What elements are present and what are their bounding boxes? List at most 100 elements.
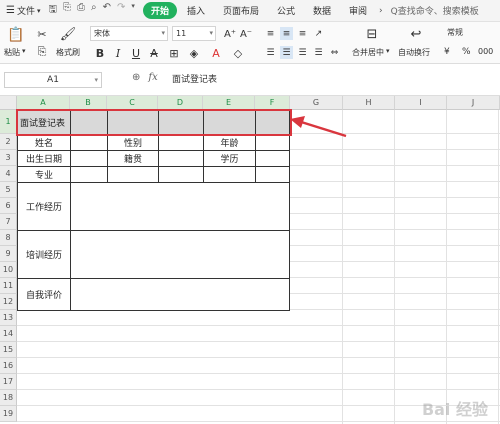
column-header-h[interactable]: H	[343, 96, 395, 110]
align-center-icon[interactable]: ☰	[280, 46, 293, 59]
font-size-select[interactable]: 11 ▾	[172, 26, 216, 41]
tab-formulas[interactable]: 公式	[269, 2, 303, 19]
more-quick-access-icon[interactable]: ▾	[131, 2, 135, 19]
align-left-icon[interactable]: ☰	[264, 46, 277, 59]
strikethrough-icon[interactable]: A	[146, 45, 162, 61]
merge-center-button[interactable]: 合并居中	[352, 47, 384, 58]
row-header-10[interactable]: 10	[0, 262, 17, 278]
wrap-text-button[interactable]: 自动换行	[398, 47, 430, 58]
borders-icon[interactable]: ⊞	[166, 45, 182, 61]
formula-input[interactable]: 面试登记表	[166, 72, 496, 88]
number-format-select[interactable]: 常规	[444, 26, 496, 41]
row-header-9[interactable]: 9	[0, 246, 17, 262]
orientation-icon[interactable]: ↗	[312, 27, 325, 40]
copy-icon[interactable]: ⎘	[34, 44, 50, 60]
column-header-d[interactable]: D	[158, 96, 203, 110]
cell-c2[interactable]: 性别	[107, 134, 159, 151]
column-header-j[interactable]: J	[447, 96, 500, 110]
clear-format-icon[interactable]: ◇	[230, 45, 246, 61]
cell-a2[interactable]: 姓名	[17, 134, 71, 151]
row-header-18[interactable]: 18	[0, 390, 17, 406]
command-search[interactable]: Q查找命令、搜索模板	[391, 4, 479, 17]
cell-b4[interactable]	[70, 166, 108, 183]
search-input[interactable]: Q查找命令、搜索模板	[391, 4, 479, 17]
tab-data[interactable]: 数据	[305, 2, 339, 19]
underline-icon[interactable]: U	[128, 45, 144, 61]
cell-e4[interactable]	[203, 166, 256, 183]
spreadsheet-grid[interactable]: A B C D E F G H I J 1 2 3 4 5 6 7 8 9 10…	[0, 96, 500, 424]
cell-b11-merged[interactable]	[70, 278, 290, 311]
align-middle-icon[interactable]: ≡	[280, 27, 293, 40]
cell-a8[interactable]: 培训经历	[17, 230, 71, 279]
tab-home[interactable]: 开始	[142, 2, 177, 19]
row-header-15[interactable]: 15	[0, 342, 17, 358]
align-right-icon[interactable]: ☰	[296, 46, 309, 59]
justify-icon[interactable]: ☰	[312, 46, 325, 59]
cell-e3[interactable]: 学历	[203, 150, 256, 167]
cell-e2[interactable]: 年龄	[203, 134, 256, 151]
row-header-16[interactable]: 16	[0, 358, 17, 374]
fill-color-icon[interactable]: ◈	[186, 45, 202, 61]
row-header-5[interactable]: 5	[0, 182, 17, 198]
cell-c3[interactable]: 籍贯	[107, 150, 159, 167]
select-all-corner[interactable]	[0, 96, 17, 110]
paste-icon[interactable]: 📋	[6, 26, 26, 44]
cell-b5-merged[interactable]	[70, 182, 290, 231]
cell-f2[interactable]	[255, 134, 290, 151]
currency-button[interactable]: ¥	[444, 47, 450, 57]
redo-icon[interactable]: ↷	[117, 2, 125, 19]
column-header-c[interactable]: C	[107, 96, 158, 110]
insert-function-icon[interactable]: fx	[148, 72, 157, 83]
increase-font-icon[interactable]: A⁺	[222, 26, 238, 42]
cell-f4[interactable]	[255, 166, 290, 183]
cell-b2[interactable]	[70, 134, 108, 151]
row-header-1[interactable]: 1	[0, 110, 17, 134]
export-pdf-icon[interactable]: ⎘	[63, 2, 71, 19]
format-painter-button[interactable]: 格式刷	[56, 47, 80, 58]
row-header-17[interactable]: 17	[0, 374, 17, 390]
row-header-13[interactable]: 13	[0, 310, 17, 326]
chevron-down-icon[interactable]: ▾	[386, 47, 390, 55]
column-header-e[interactable]: E	[203, 96, 255, 110]
align-top-icon[interactable]: ≡	[264, 27, 277, 40]
cell-a3[interactable]: 出生日期	[17, 150, 71, 167]
row-header-3[interactable]: 3	[0, 150, 17, 166]
align-bottom-icon[interactable]: ≡	[296, 27, 309, 40]
column-header-a[interactable]: A	[17, 96, 70, 110]
save-icon[interactable]: 🖫	[49, 2, 58, 19]
cell-b3[interactable]	[70, 150, 108, 167]
cell-d3[interactable]	[158, 150, 204, 167]
print-icon[interactable]: ⎙	[77, 2, 85, 19]
more-tabs-button[interactable]: ›	[379, 6, 383, 16]
row-header-7[interactable]: 7	[0, 214, 17, 230]
tab-insert[interactable]: 插入	[179, 2, 213, 19]
cell-c4[interactable]	[107, 166, 159, 183]
tab-page-layout[interactable]: 页面布局	[215, 2, 267, 19]
column-header-g[interactable]: G	[290, 96, 343, 110]
column-header-f[interactable]: F	[255, 96, 290, 110]
cell-a5[interactable]: 工作经历	[17, 182, 71, 231]
column-header-b[interactable]: B	[70, 96, 107, 110]
font-color-icon[interactable]: A	[208, 45, 224, 61]
name-box[interactable]: A1 ▾	[4, 72, 102, 88]
row-header-11[interactable]: 11	[0, 278, 17, 294]
tab-review[interactable]: 审阅	[341, 2, 375, 19]
print-preview-icon[interactable]: ⌕	[91, 2, 97, 19]
row-header-4[interactable]: 4	[0, 166, 17, 182]
paste-dropdown-icon[interactable]: ▾	[22, 47, 26, 55]
cell-a4[interactable]: 专业	[17, 166, 71, 183]
bold-icon[interactable]: B	[92, 45, 108, 61]
row-header-2[interactable]: 2	[0, 134, 17, 150]
row-header-14[interactable]: 14	[0, 326, 17, 342]
cell-b8-merged[interactable]	[70, 230, 290, 279]
file-menu[interactable]: ☰ 文件 ▾	[0, 0, 41, 22]
row-header-19[interactable]: 19	[0, 406, 17, 422]
undo-icon[interactable]: ↶	[103, 2, 111, 19]
italic-icon[interactable]: I	[110, 45, 126, 61]
cell-d2[interactable]	[158, 134, 204, 151]
cell-a11[interactable]: 自我评价	[17, 278, 71, 311]
merge-center-icon[interactable]: ⊟	[364, 26, 380, 42]
zoom-icon[interactable]: ⊕	[132, 72, 140, 83]
paste-button[interactable]: 粘贴	[4, 47, 20, 58]
row-header-8[interactable]: 8	[0, 230, 17, 246]
